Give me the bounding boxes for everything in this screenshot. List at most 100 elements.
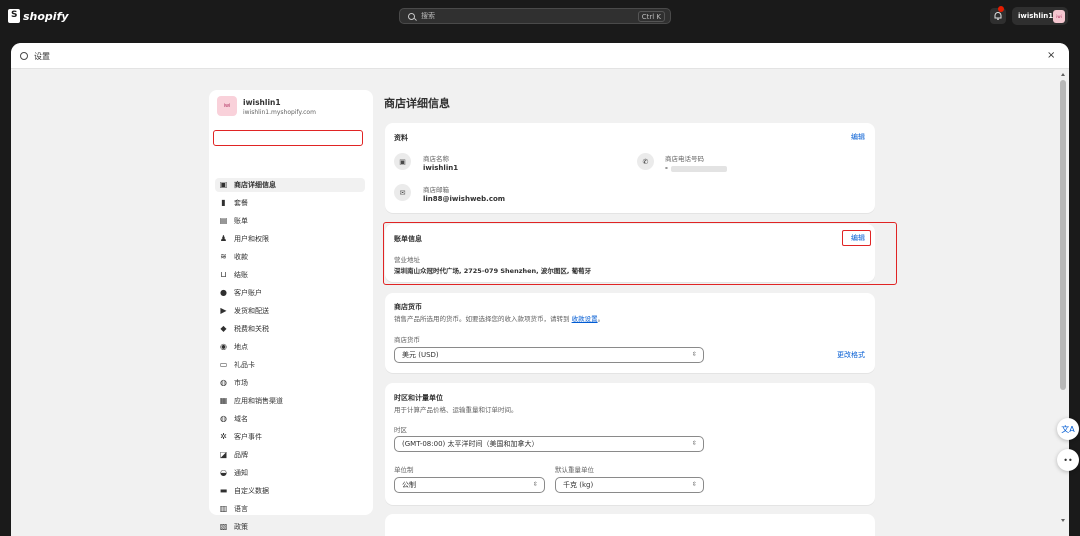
sidebar-item-domains[interactable]: ◍ 域名 bbox=[215, 412, 365, 426]
profile-card: 资料 编辑 ▣ 商店名称 iwishlin1 ✆ 商店电话号码 - ✉ 商店邮箱… bbox=[385, 123, 875, 213]
plan-icon: ▮ bbox=[221, 198, 226, 207]
email-value: lin88@iwishweb.com bbox=[423, 195, 506, 203]
checkout-icon: ⊔ bbox=[220, 270, 227, 279]
customer-events-icon: ✲ bbox=[220, 432, 227, 441]
search-placeholder: 搜索 bbox=[421, 12, 435, 20]
payments-icon: ≋ bbox=[220, 252, 227, 261]
location-icon: ◉ bbox=[220, 342, 227, 351]
sidebar-item-label: 通知 bbox=[234, 469, 248, 477]
sidebar-item-checkout[interactable]: ⊔ 结账 bbox=[215, 268, 365, 282]
chevron-updown-icon: ⇳ bbox=[532, 481, 538, 488]
sidebar-item-gift-card[interactable]: ▭ 礼品卡 bbox=[215, 358, 365, 372]
store-name-label: 商店名称 bbox=[423, 155, 449, 163]
sidebar-item-label: 发货和配送 bbox=[234, 307, 269, 315]
sidebar-item-location[interactable]: ◉ 地点 bbox=[215, 340, 365, 354]
sidebar-item-languages[interactable]: ▥ 语言 bbox=[215, 502, 365, 516]
translate-icon: 文A bbox=[1061, 424, 1075, 434]
sidebar-item-policies[interactable]: ▧ 政策 bbox=[215, 520, 365, 534]
phone-redacted bbox=[671, 166, 727, 172]
sidebar-item-shipping[interactable]: ▶ 发货和配送 bbox=[215, 304, 365, 318]
close-icon[interactable]: × bbox=[1047, 50, 1055, 61]
unit-system-select[interactable]: 公制 ⇳ bbox=[394, 477, 545, 493]
profile-title: 资料 bbox=[394, 134, 408, 142]
timezone-select-value: (GMT-08:00) 太平洋时间（美国和加拿大） bbox=[402, 440, 539, 448]
sidebar-item-users[interactable]: ♟ 用户和权限 bbox=[215, 232, 365, 246]
currency-title: 商店货币 bbox=[394, 303, 422, 311]
billing-icon: ▤ bbox=[219, 216, 228, 225]
sidebar-item-label: 自定义数据 bbox=[234, 487, 269, 495]
phone-icon: ✆ bbox=[637, 153, 654, 170]
scroll-down-arrow[interactable] bbox=[1061, 519, 1065, 522]
sidebar-item-custom-data[interactable]: ▬ 自定义数据 bbox=[215, 484, 365, 498]
profile-edit-link[interactable]: 编辑 bbox=[851, 132, 865, 142]
sidebar-item-store[interactable]: ▣ 商店详细信息 bbox=[215, 178, 365, 192]
shopify-logo[interactable]: shopify bbox=[8, 9, 69, 23]
sidebar-item-billing[interactable]: ▤ 账单 bbox=[215, 214, 365, 228]
next-card bbox=[385, 514, 875, 536]
customer-accounts-icon: ● bbox=[220, 288, 227, 297]
top-bar: shopify 搜索 Ctrl K iwishlin1 iwi bbox=[0, 0, 1080, 33]
sidebar-item-taxes[interactable]: ◆ 税费和关税 bbox=[215, 322, 365, 336]
shipping-icon: ▶ bbox=[220, 306, 227, 315]
sidebar-item-label: 税费和关税 bbox=[234, 325, 269, 333]
sidebar-item-apps[interactable]: ▦ 应用和销售渠道 bbox=[215, 394, 365, 408]
phone-label: 商店电话号码 bbox=[665, 155, 704, 163]
change-format-link[interactable]: 更改格式 bbox=[837, 350, 865, 360]
sidebar-item-label: 应用和销售渠道 bbox=[234, 397, 283, 405]
sidebar-item-label: 商店详细信息 bbox=[234, 181, 276, 189]
sidebar-item-label: 语言 bbox=[234, 505, 248, 513]
billing-highlight-box bbox=[383, 222, 897, 285]
email-label: 商店邮箱 bbox=[423, 186, 449, 194]
timezone-select[interactable]: (GMT-08:00) 太平洋时间（美国和加拿大） ⇳ bbox=[394, 436, 704, 452]
sidebar-item-label: 政策 bbox=[234, 523, 248, 531]
edit-highlight-box bbox=[842, 230, 871, 246]
gift-card-icon: ▭ bbox=[219, 360, 228, 369]
scroll-up-arrow[interactable] bbox=[1061, 73, 1065, 76]
shopify-bag-icon bbox=[8, 9, 20, 23]
avatar: iwi bbox=[217, 96, 237, 116]
scroll-thumb[interactable] bbox=[1060, 80, 1066, 390]
unit-system-value: 公制 bbox=[402, 481, 416, 489]
payments-settings-link[interactable]: 收款设置 bbox=[572, 315, 598, 323]
gear-icon bbox=[20, 52, 28, 60]
store-name: iwishlin1 bbox=[1018, 12, 1054, 20]
currency-card: 商店货币 销售产品所选用的货币。如要选择您的收入款项货币，请转到 收款设置。 商… bbox=[385, 293, 875, 373]
modal-header: 设置 × bbox=[11, 43, 1069, 69]
sidebar-item-customer-accounts[interactable]: ● 客户账户 bbox=[215, 286, 365, 300]
sidebar-item-brand[interactable]: ◪ 品牌 bbox=[215, 448, 365, 462]
sidebar-item-notifications[interactable]: ◒ 通知 bbox=[215, 466, 365, 480]
policies-icon: ▧ bbox=[219, 522, 228, 531]
chevron-updown-icon: ⇳ bbox=[691, 440, 697, 447]
chat-button[interactable]: •• bbox=[1057, 449, 1079, 471]
sidebar-item-label: 结账 bbox=[234, 271, 248, 279]
sidebar-store-domain: iwishlin1.myshopify.com bbox=[243, 109, 316, 116]
sidebar-item-label: 收款 bbox=[234, 253, 248, 261]
currency-select[interactable]: 美元 (USD) ⇳ bbox=[394, 347, 704, 363]
store-menu-button[interactable]: iwishlin1 iwi bbox=[1012, 7, 1068, 25]
bell-icon bbox=[994, 12, 1002, 20]
sidebar-item-label: 品牌 bbox=[234, 451, 248, 459]
timezone-label: 时区 bbox=[394, 426, 407, 434]
store-icon: ▣ bbox=[394, 153, 411, 170]
currency-description: 销售产品所选用的货币。如要选择您的收入款项货币，请转到 收款设置。 bbox=[394, 315, 605, 323]
sidebar-item-label: 账单 bbox=[234, 217, 248, 225]
markets-icon: ◍ bbox=[220, 378, 227, 387]
sidebar-item-payments[interactable]: ≋ 收款 bbox=[215, 250, 365, 264]
translate-button[interactable]: 文A bbox=[1057, 418, 1079, 440]
users-icon: ♟ bbox=[219, 234, 228, 243]
sidebar-item-label: 客户账户 bbox=[234, 289, 262, 297]
chevron-updown-icon: ⇳ bbox=[691, 481, 697, 488]
currency-field-label: 商店货币 bbox=[394, 336, 420, 344]
sidebar-item-markets[interactable]: ◍ 市场 bbox=[215, 376, 365, 390]
sidebar-store-name: iwishlin1 bbox=[243, 98, 281, 107]
modal-title: 设置 bbox=[34, 52, 50, 61]
notifications-icon: ◒ bbox=[220, 468, 227, 477]
weight-unit-select[interactable]: 千克 (kg) ⇳ bbox=[555, 477, 704, 493]
sidebar-item-label: 套餐 bbox=[234, 199, 248, 207]
sidebar-item-customer-events[interactable]: ✲ 客户事件 bbox=[215, 430, 365, 444]
sidebar-item-plan[interactable]: ▮ 套餐 bbox=[215, 196, 365, 210]
notification-badge bbox=[998, 6, 1004, 12]
store-name-value: iwishlin1 bbox=[423, 164, 459, 172]
search-input[interactable]: 搜索 Ctrl K bbox=[399, 8, 671, 24]
taxes-icon: ◆ bbox=[220, 324, 227, 333]
